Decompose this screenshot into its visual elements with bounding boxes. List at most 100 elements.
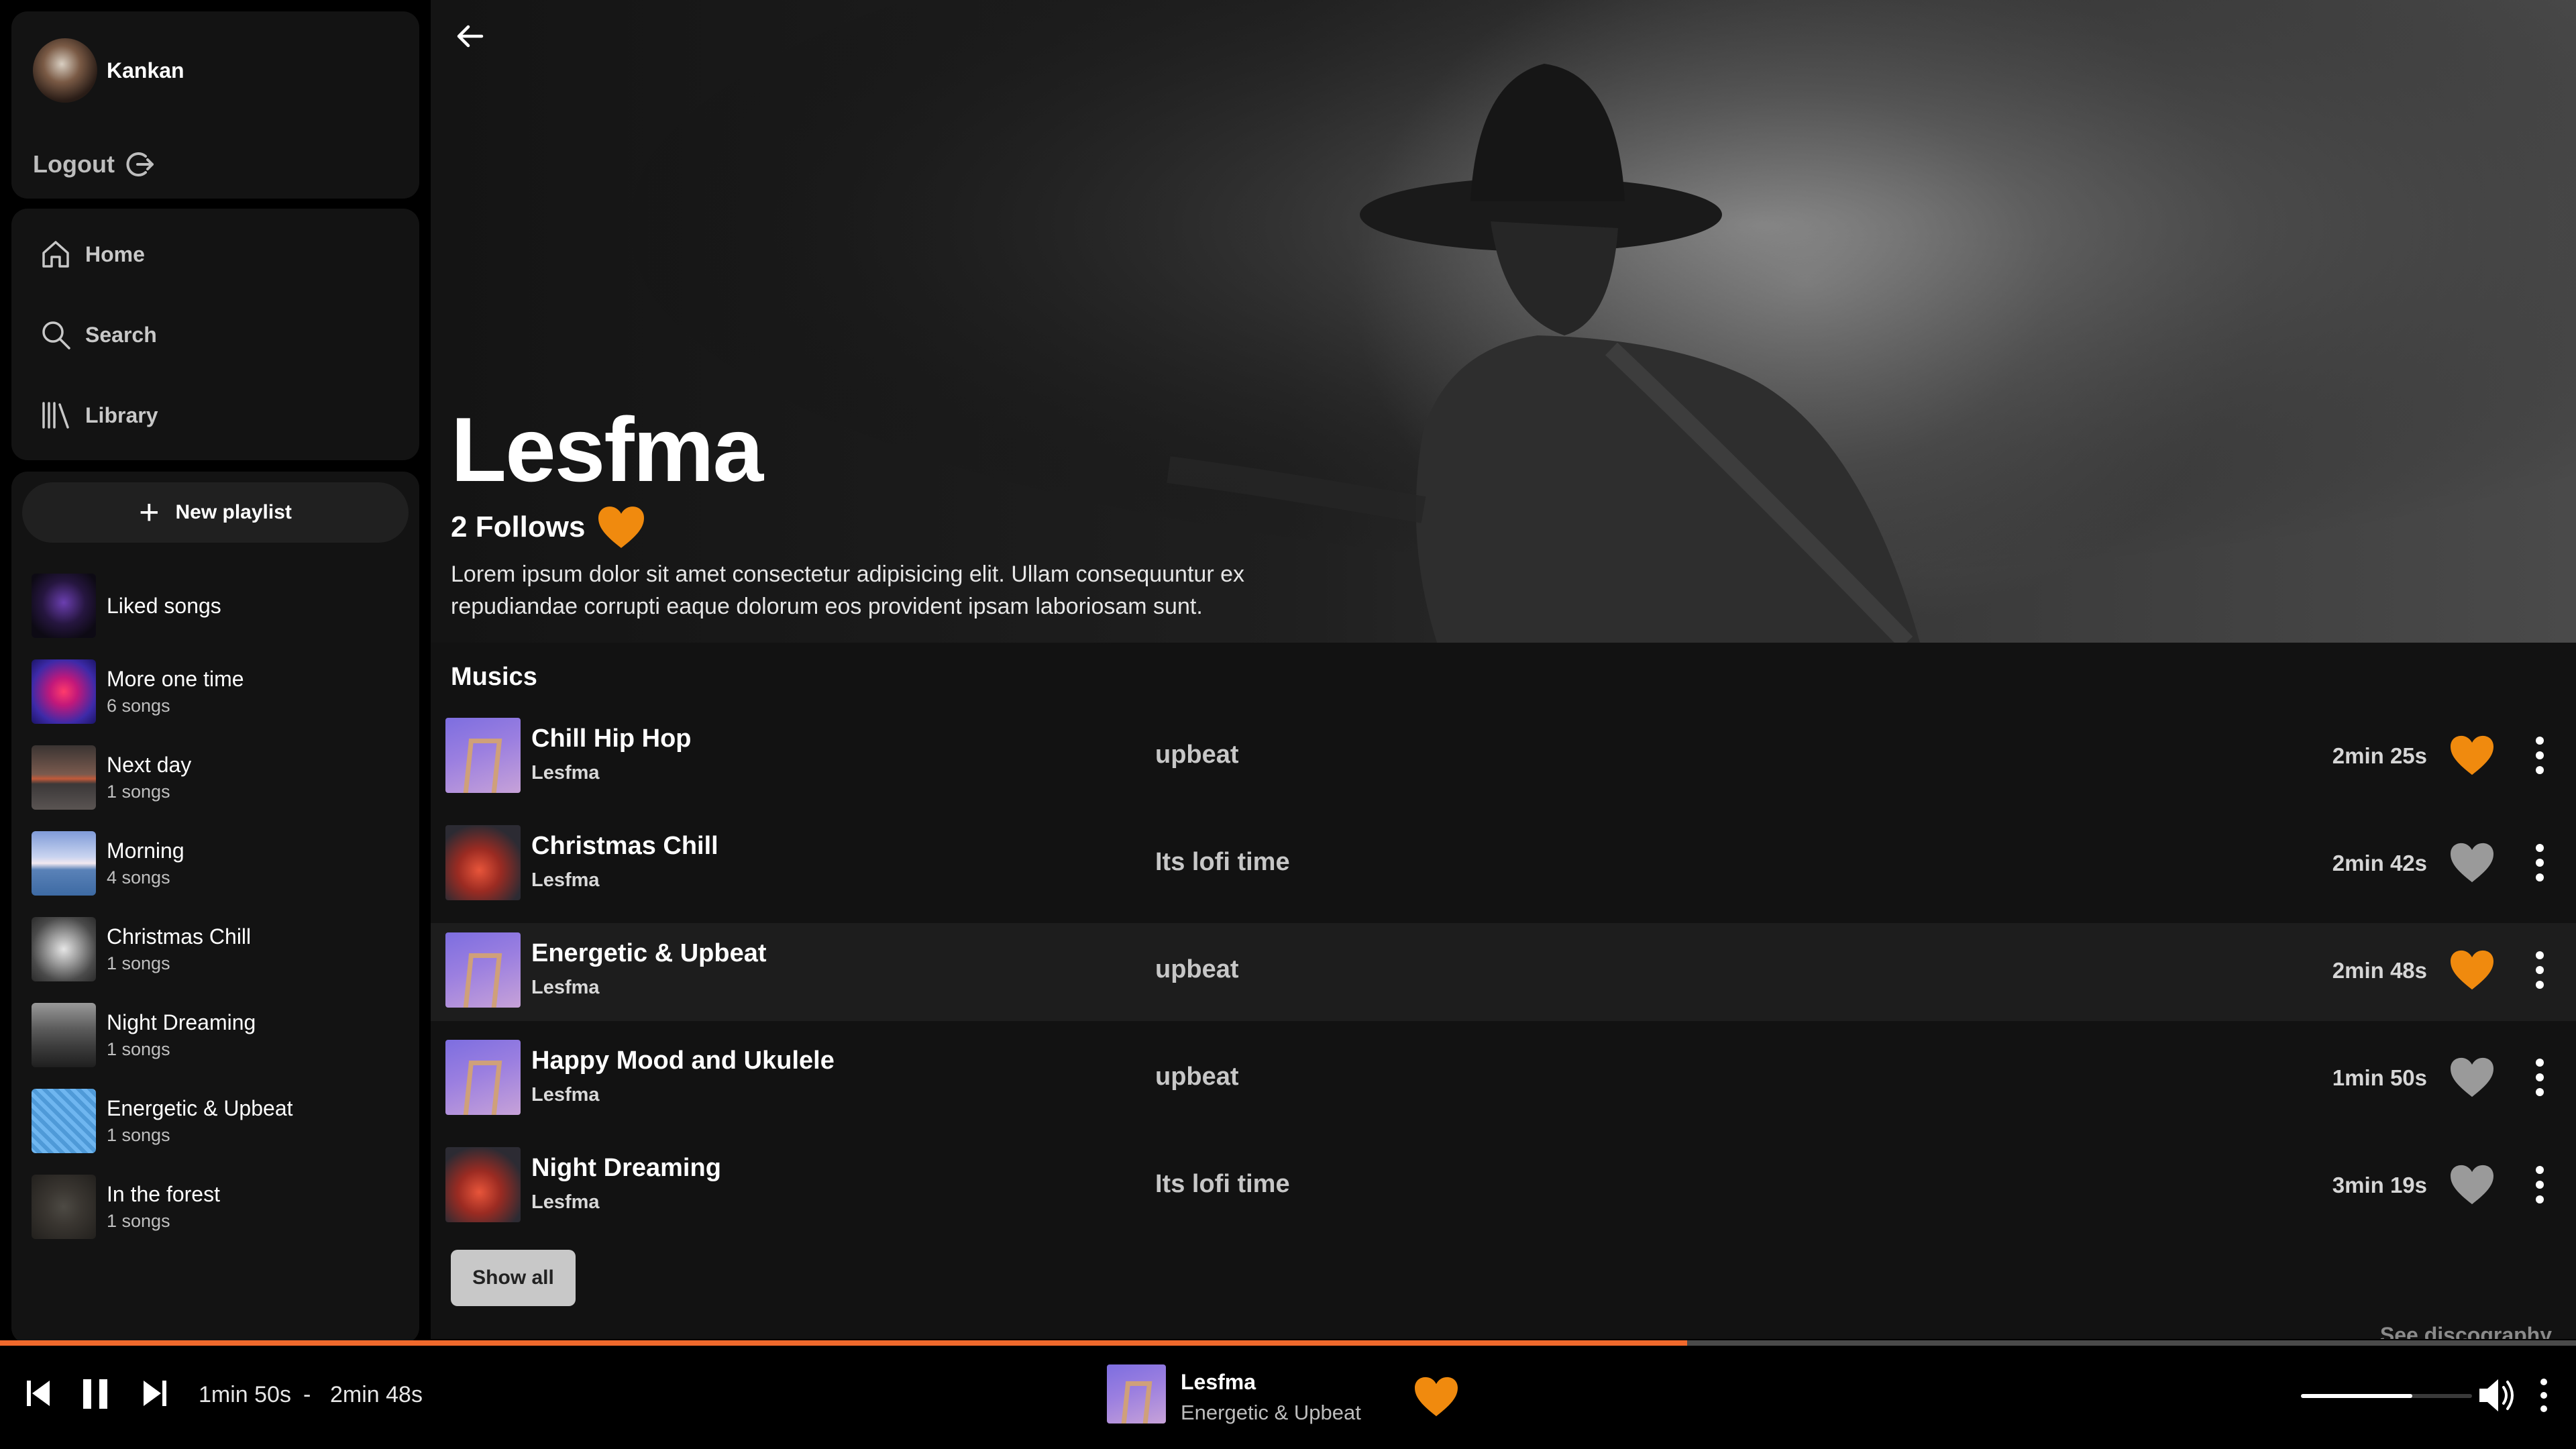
now-playing-thumbnail[interactable] [1107, 1364, 1166, 1424]
user-panel: Kankan Logout [11, 11, 419, 199]
track-row[interactable]: Energetic & Upbeat Lesfma upbeat 2min 48… [431, 923, 2576, 1021]
track-row[interactable]: Happy Mood and Ukulele Lesfma upbeat 1mi… [431, 1030, 2576, 1128]
track-artist[interactable]: Lesfma [531, 762, 600, 784]
track-title: Chill Hip Hop [531, 724, 692, 753]
main-content: Lesfma 2 Follows Lorem ipsum dolor sit a… [431, 0, 2576, 1339]
playlist-item[interactable]: More one time 6 songs [32, 659, 244, 724]
track-row[interactable]: Night Dreaming Lesfma Its lofi time 3min… [431, 1138, 2576, 1236]
track-duration: 2min 48s [2332, 958, 2427, 983]
playlist-name: Next day [107, 753, 192, 777]
logout-label: Logout [33, 150, 115, 178]
logout-icon [126, 152, 154, 176]
library-panel: + New playlist Liked songs More one time… [11, 472, 419, 1344]
musics-section-title: Musics [451, 663, 537, 691]
show-all-button[interactable]: Show all [451, 1250, 576, 1306]
avatar[interactable] [33, 38, 97, 103]
track-tag: Its lofi time [1155, 1170, 1290, 1198]
track-row[interactable]: Christmas Chill Lesfma Its lofi time 2mi… [431, 816, 2576, 914]
track-artist[interactable]: Lesfma [531, 869, 600, 892]
track-tag: upbeat [1155, 955, 1239, 983]
playlist-item[interactable]: Christmas Chill 1 songs [32, 917, 251, 981]
track-thumbnail [445, 932, 521, 1008]
library-icon [42, 402, 69, 429]
artist-bio: Lorem ipsum dolor sit amet consectetur a… [451, 561, 1244, 619]
playlist-thumbnail [32, 917, 96, 981]
nav-library-label: Library [85, 402, 158, 427]
playlist-item[interactable]: In the forest 1 songs [32, 1175, 220, 1239]
heart-icon[interactable] [2449, 841, 2496, 884]
track-tag: Its lofi time [1155, 848, 1290, 876]
playlist-item[interactable]: Night Dreaming 1 songs [32, 1003, 256, 1067]
pause-icon[interactable] [80, 1378, 110, 1410]
user-profile[interactable]: Kankan [33, 38, 184, 103]
now-playing-title[interactable]: Energetic & Upbeat [1181, 1401, 1361, 1425]
playlist-thumbnail [32, 1089, 96, 1153]
artist-name: Lesfma [451, 398, 763, 500]
follow-heart-icon[interactable] [596, 504, 647, 550]
volume-icon[interactable] [2475, 1377, 2518, 1414]
more-options-icon[interactable] [2537, 1377, 2551, 1414]
track-artist[interactable]: Lesfma [531, 1084, 600, 1106]
logout-button[interactable]: Logout [33, 150, 155, 179]
track-artist[interactable]: Lesfma [531, 1191, 600, 1214]
playlist-thumbnail [32, 574, 96, 638]
skip-previous-icon[interactable] [25, 1378, 52, 1409]
artist-hero: Lesfma 2 Follows Lorem ipsum dolor sit a… [431, 0, 2576, 643]
playlist-item[interactable]: Liked songs [32, 574, 221, 638]
hero-photo [431, 0, 2576, 643]
playback-progress-bar[interactable] [0, 1340, 2576, 1346]
player-bar: 1min 50s - 2min 48s Lesfma Energetic & U… [0, 1346, 2576, 1449]
track-artist[interactable]: Lesfma [531, 977, 600, 999]
track-duration: 1min 50s [2332, 1065, 2427, 1090]
playlist-thumbnail [32, 831, 96, 896]
nav-library[interactable]: Library [40, 399, 158, 431]
skip-next-icon[interactable] [141, 1378, 168, 1409]
more-options-icon[interactable] [2533, 1163, 2546, 1206]
sidebar: Kankan Logout Home Search Library + New … [0, 0, 429, 1344]
home-icon [42, 241, 69, 268]
more-options-icon[interactable] [2533, 734, 2546, 777]
arrow-left-icon [457, 25, 484, 48]
nav-home-label: Home [85, 241, 145, 266]
nav-panel: Home Search Library [11, 209, 419, 460]
track-row[interactable]: Chill Hip Hop Lesfma upbeat 2min 25s [431, 708, 2576, 806]
playlist-count: 1 songs [107, 1211, 170, 1231]
more-options-icon[interactable] [2533, 841, 2546, 884]
more-options-icon[interactable] [2533, 1056, 2546, 1099]
playlist-thumbnail [32, 745, 96, 810]
follows-row: 2 Follows [451, 504, 647, 550]
plus-icon: + [139, 493, 160, 532]
more-options-icon[interactable] [2533, 949, 2546, 991]
heart-icon[interactable] [2449, 734, 2496, 777]
total-time: 2min 48s [330, 1382, 423, 1407]
playlist-item[interactable]: Morning 4 songs [32, 831, 184, 896]
new-playlist-button[interactable]: + New playlist [22, 482, 409, 543]
nav-search[interactable]: Search [40, 319, 157, 351]
track-title: Energetic & Upbeat [531, 939, 767, 967]
playlist-name: Morning [107, 839, 184, 863]
track-title: Night Dreaming [531, 1154, 721, 1182]
playlist-name: In the forest [107, 1182, 220, 1206]
heart-icon[interactable] [2449, 949, 2496, 991]
follows-count: 2 Follows [451, 511, 586, 543]
playlist-name: Liked songs [107, 593, 221, 618]
current-time: 1min 50s [199, 1382, 291, 1407]
volume-slider[interactable] [2301, 1394, 2472, 1398]
heart-icon[interactable] [1413, 1375, 1460, 1418]
track-thumbnail [445, 1147, 521, 1222]
heart-icon[interactable] [2449, 1056, 2496, 1099]
track-duration: 3min 19s [2332, 1173, 2427, 1197]
volume-level [2301, 1394, 2412, 1398]
playlist-thumbnail [32, 1003, 96, 1067]
back-button[interactable] [452, 19, 487, 57]
heart-icon[interactable] [2449, 1163, 2496, 1206]
nav-home[interactable]: Home [40, 238, 145, 270]
playlist-item[interactable]: Next day 1 songs [32, 745, 191, 810]
see-discography-link[interactable]: See discography [2380, 1323, 2552, 1339]
playlist-count: 1 songs [107, 1125, 170, 1145]
playlist-item[interactable]: Energetic & Upbeat 1 songs [32, 1089, 293, 1153]
now-playing-artist[interactable]: Lesfma [1181, 1370, 1256, 1395]
track-tag: upbeat [1155, 741, 1239, 769]
playlist-name: Night Dreaming [107, 1010, 256, 1034]
track-thumbnail [445, 825, 521, 900]
